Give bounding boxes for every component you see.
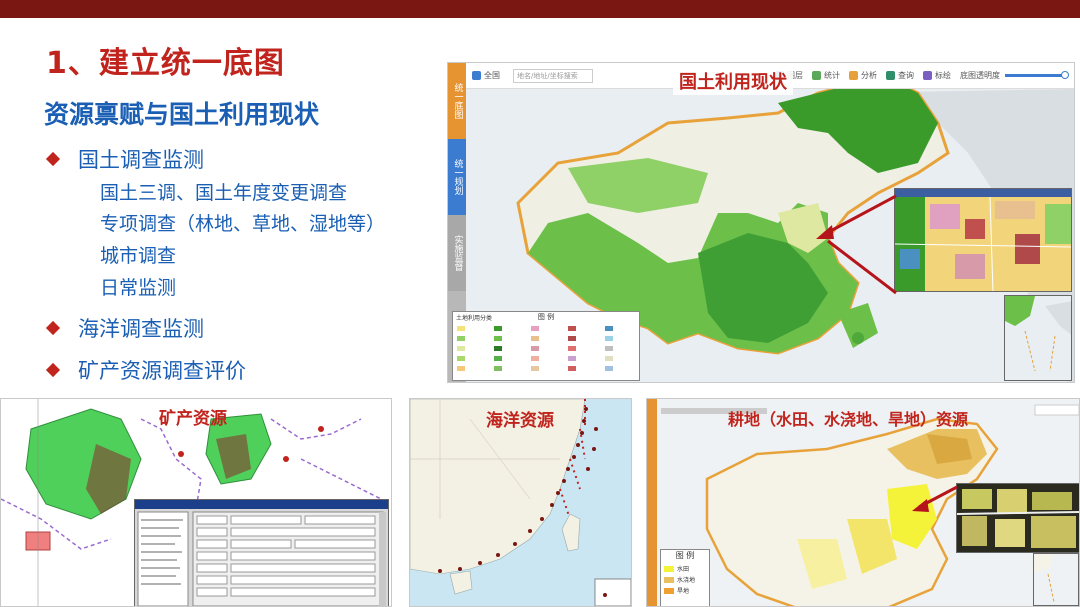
tab-implementation-supervision[interactable]: 实施监督: [448, 215, 466, 291]
toolbar-analysis[interactable]: 分析: [849, 70, 877, 81]
bullet-label: 海洋调查监测: [78, 317, 204, 341]
legend-label: 水田: [677, 566, 690, 573]
toolbar-query[interactable]: 查询: [886, 70, 914, 81]
bullet-label: 国土调查监测: [78, 148, 204, 172]
farmland-detail-map: [957, 484, 1079, 552]
tab-unified-planning[interactable]: 统一规划: [448, 139, 466, 215]
bullet-land-survey: 国土调查监测: [44, 144, 204, 174]
top-banner-bar: [0, 0, 1080, 18]
slider-handle[interactable]: [1061, 71, 1069, 79]
farmland-detail-inset: [956, 483, 1079, 553]
legend-title: 图 例: [675, 551, 695, 560]
legend-swatch: [664, 576, 674, 583]
toolbar-statistics[interactable]: 统计: [812, 70, 840, 81]
pen-icon: [923, 71, 932, 80]
south-china-sea-inset: [1004, 295, 1072, 381]
region-label: 全国: [484, 71, 500, 80]
opacity-label: 底图透明度: [960, 71, 1000, 80]
chart-icon: [812, 71, 821, 80]
legend-swatch: [664, 587, 674, 594]
diamond-bullet-icon: [45, 320, 61, 336]
farmland-map-panel[interactable]: 图 例 水田 水浇地 旱地 耕地（水田、水浇地、旱地）资源: [646, 398, 1080, 607]
bullet-label: 矿产资源调查评价: [78, 359, 246, 383]
land-use-legend: 图 例 土地利用分类: [452, 311, 640, 381]
legend-label: 旱地: [677, 588, 690, 595]
mineral-map-panel[interactable]: 矿产资源: [0, 398, 392, 607]
mineral-data-window[interactable]: [134, 499, 389, 606]
land-use-detail-map: [895, 189, 1071, 291]
bullet-mineral-survey: 矿产资源调查评价: [44, 355, 246, 385]
map-search-input[interactable]: 地名/地址/坐标搜索: [513, 68, 593, 83]
slide-title: 1、建立统一底图: [46, 46, 285, 81]
legend-item-paddy: 水田: [664, 564, 709, 573]
opacity-control[interactable]: 底图透明度: [960, 70, 1069, 81]
tab-unified-basemap[interactable]: 统一底图: [448, 63, 466, 139]
diamond-bullet-icon: [45, 362, 61, 378]
toolbar-label: 分析: [861, 71, 877, 80]
sub-item-daily-monitoring: 日常监测: [100, 277, 177, 299]
toolbar-label: 统计: [824, 71, 840, 80]
sub-item-special-survey: 专项调查（林地、草地、湿地等）: [100, 213, 386, 235]
ocean-map-panel[interactable]: 海洋资源: [409, 398, 632, 607]
farmland-south-sea-map: [1034, 554, 1078, 605]
land-use-title: 国土利用现状: [673, 67, 793, 95]
land-use-map-panel[interactable]: 统一底图 统一规划 实施监督 全国 地名/地址/坐标搜索 图层 统计 分析 查询…: [447, 62, 1075, 383]
mineral-title: 矿产资源: [159, 409, 227, 429]
farmland-south-sea-inset: [1033, 553, 1079, 606]
opacity-slider[interactable]: [1005, 71, 1069, 79]
legend-heading: 土地利用分类: [456, 315, 493, 322]
mineral-data-form: [135, 500, 388, 606]
toolbar-label: 查询: [898, 71, 914, 80]
location-icon: [472, 71, 481, 80]
region-selector[interactable]: 全国: [472, 70, 500, 81]
sub-item-city-survey: 城市调查: [100, 245, 177, 267]
land-use-detail-inset: [894, 188, 1072, 292]
toolbar-draw[interactable]: 标绘: [923, 70, 951, 81]
sub-item-survey: 国土三调、国土年度变更调查: [100, 182, 348, 204]
legend-swatches: [457, 326, 613, 371]
farmland-legend: 图 例 水田 水浇地 旱地: [660, 549, 710, 606]
ocean-title: 海洋资源: [486, 411, 554, 431]
slide-subtitle: 资源禀赋与国土利用现状: [44, 100, 320, 129]
legend-swatch: [664, 565, 674, 572]
toolbar-label: 标绘: [935, 71, 951, 80]
legend-item-irrigated: 水浇地: [664, 575, 709, 584]
legend-label: 水浇地: [677, 577, 696, 584]
south-sea-inset-map: [1005, 296, 1071, 380]
legend-item-dryland: 旱地: [664, 586, 709, 595]
farmland-title: 耕地（水田、水浇地、旱地）资源: [728, 410, 969, 429]
bullet-ocean-survey: 海洋调查监测: [44, 313, 204, 343]
search-icon: [886, 71, 895, 80]
diamond-bullet-icon: [45, 151, 61, 167]
analysis-icon: [849, 71, 858, 80]
